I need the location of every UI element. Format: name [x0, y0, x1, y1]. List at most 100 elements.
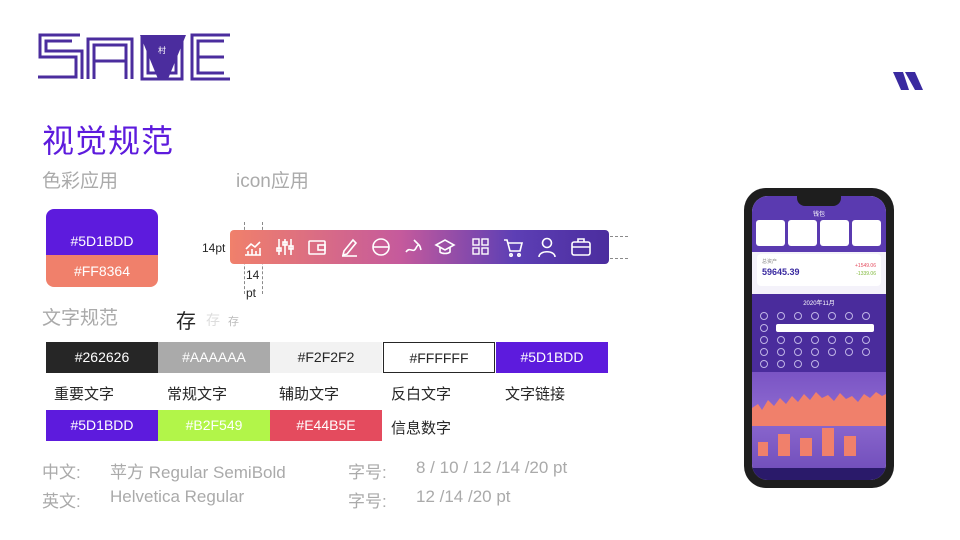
text-color-label: 重要文字 [54, 386, 115, 403]
accent-color-label: #FF8364 [73, 263, 131, 279]
save-logo: 村 [38, 33, 230, 81]
asset-value: 59645.39 [762, 267, 800, 277]
text-color-chip: #AAAAAA [158, 342, 270, 373]
primary-color-swatch: #5D1BDD [46, 209, 158, 261]
icon-bar [230, 230, 609, 264]
calendar-day[interactable] [794, 360, 802, 368]
text-color-label: 常规文字 [167, 386, 228, 403]
mini-card [852, 220, 881, 246]
type-sample-large: 存 [176, 311, 196, 333]
primary-color-label: #5D1BDD [70, 233, 134, 249]
bar [778, 434, 790, 456]
text-color-chip: #5D1BDD [496, 342, 608, 373]
page-title: 视觉规范 [42, 123, 175, 159]
calendar-day[interactable] [862, 312, 870, 320]
accent-color-swatch: #FF8364 [46, 255, 158, 287]
cn-font-name: 苹方 Regular SemiBold [110, 463, 286, 482]
calendar-day[interactable] [760, 324, 768, 332]
brand-mark-icon [893, 72, 923, 90]
calendar-day[interactable] [845, 312, 853, 320]
icon-height-label: 14pt [202, 241, 226, 255]
calendar-week-selected[interactable] [776, 324, 874, 332]
calendar-day[interactable] [794, 312, 802, 320]
en-font-label: 英文: [42, 492, 81, 511]
calendar-day[interactable] [845, 336, 853, 344]
bar [844, 436, 856, 456]
calendar-day[interactable] [760, 348, 768, 356]
calendar-day[interactable] [811, 336, 819, 344]
svg-text:村: 村 [158, 45, 166, 55]
calendar-day[interactable] [811, 312, 819, 320]
text-color-label: 辅助文字 [279, 386, 340, 403]
cn-font-label: 中文: [42, 463, 81, 482]
bar [822, 428, 834, 456]
phone-notch [797, 196, 841, 206]
type-sample-small: 存 [228, 316, 239, 328]
wallet-icon [308, 240, 326, 255]
type-sample-medium: 存 [206, 312, 220, 328]
color-section-title: 色彩应用 [42, 171, 119, 192]
info-color-chip: #B2F549 [158, 410, 270, 441]
briefcase-icon [571, 238, 591, 256]
calendar-day[interactable] [777, 360, 785, 368]
text-color-label: 文字链接 [505, 386, 566, 403]
calendar-day[interactable] [828, 348, 836, 356]
chart-area [752, 372, 886, 480]
graduation-cap-icon [434, 239, 456, 255]
cn-font-sizes: 8 / 10 / 12 /14 /20 pt [416, 458, 568, 477]
en-size-label: 字号: [348, 492, 387, 511]
chart-icon [245, 241, 261, 256]
en-font-sizes: 12 /14 /20 pt [416, 487, 511, 506]
phone-mockup: 钱包 总资产 59645.39 +1549.06 -1339.06 2020年1… [744, 188, 894, 488]
income-value: +1549.06 [855, 263, 876, 269]
calendar-day[interactable] [811, 360, 819, 368]
calendar-day[interactable] [777, 348, 785, 356]
tab-bar [752, 468, 886, 480]
writing-icon [405, 239, 422, 253]
person-icon [538, 237, 556, 258]
calendar-day[interactable] [777, 336, 785, 344]
calendar-day[interactable] [794, 348, 802, 356]
phone-screen: 钱包 总资产 59645.39 +1549.06 -1339.06 2020年1… [752, 196, 886, 480]
text-color-chip: #F2F2F2 [270, 342, 382, 373]
calendar-day[interactable] [760, 312, 768, 320]
calendar-day[interactable] [794, 336, 802, 344]
text-color-label: 反白文字 [391, 386, 452, 403]
bar [758, 442, 768, 456]
icon-width-label-number: 14 [246, 268, 260, 282]
sliders-icon [276, 239, 294, 255]
calendar-day[interactable] [760, 360, 768, 368]
calendar-day[interactable] [811, 348, 819, 356]
calendar-day[interactable] [862, 336, 870, 344]
calendar-day[interactable] [845, 348, 853, 356]
calendar-day[interactable] [828, 312, 836, 320]
bar [800, 438, 812, 456]
asset-card: 总资产 59645.39 +1549.06 -1339.06 [757, 254, 881, 286]
mini-card [756, 220, 785, 246]
asset-label: 总资产 [762, 259, 778, 265]
cart-icon [504, 239, 524, 257]
area-chart [752, 392, 886, 426]
en-font-name: Helvetica Regular [110, 487, 245, 506]
info-color-label: 信息数字 [391, 420, 452, 437]
app-title: 钱包 [812, 212, 825, 218]
calendar-month: 2020年11月 [803, 301, 835, 307]
cn-size-label: 字号: [348, 463, 387, 482]
pen-icon [341, 238, 358, 257]
mini-card [788, 220, 817, 246]
icon-section-title: icon应用 [236, 171, 309, 192]
info-color-chip: #E44B5E [270, 410, 382, 441]
mini-card [820, 220, 849, 246]
expense-value: -1339.06 [856, 271, 876, 277]
calendar-day[interactable] [862, 348, 870, 356]
text-color-chip: #262626 [46, 342, 158, 373]
calendar-day[interactable] [777, 312, 785, 320]
apps-grid-icon [472, 238, 489, 255]
calendar-day[interactable] [760, 336, 768, 344]
calendar-day[interactable] [828, 336, 836, 344]
coin-icon [372, 238, 390, 256]
text-section-title: 文字规范 [42, 308, 119, 329]
icon-width-label-unit: pt [246, 286, 257, 300]
info-color-chip: #5D1BDD [46, 410, 158, 441]
text-color-chip: #FFFFFF [383, 342, 495, 373]
